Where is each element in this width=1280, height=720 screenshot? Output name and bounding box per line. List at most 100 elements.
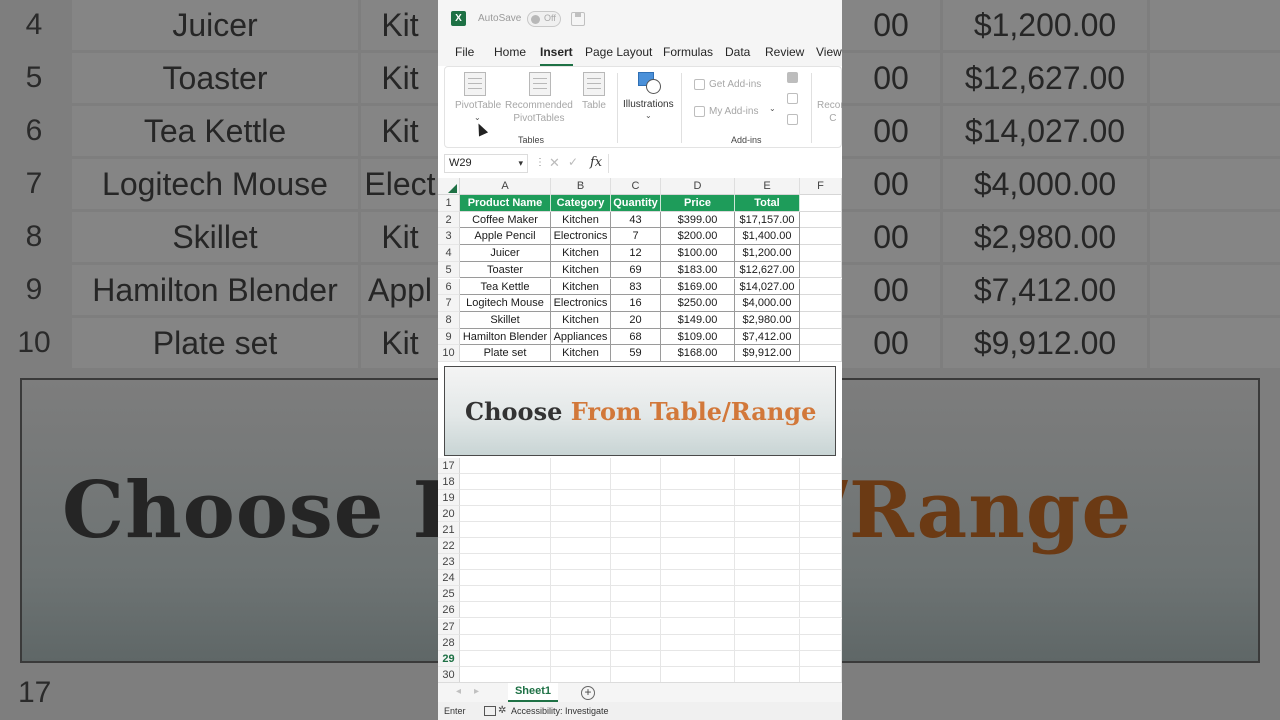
table-cell[interactable]: Plate set [460, 345, 551, 362]
empty-cell[interactable] [735, 474, 800, 491]
ribbon-tab-insert[interactable]: Insert [540, 45, 573, 66]
column-header-c[interactable]: C [611, 178, 661, 195]
empty-cell[interactable] [551, 570, 611, 587]
column-header-f[interactable]: F [800, 178, 842, 195]
table-cell[interactable]: Kitchen [551, 278, 611, 296]
table-header-cell[interactable] [800, 195, 842, 212]
empty-cell[interactable] [800, 474, 842, 491]
addin-store-icon[interactable] [787, 72, 798, 83]
ribbon-tab-view[interactable]: View [816, 45, 842, 59]
ribbon-tab-formulas[interactable]: Formulas [663, 45, 713, 59]
table-cell[interactable]: Apple Pencil [460, 228, 551, 246]
row-header[interactable]: 28 [438, 634, 460, 651]
row-header[interactable]: 10 [438, 345, 460, 362]
table-cell[interactable]: $109.00 [661, 328, 735, 346]
empty-cell[interactable] [800, 666, 842, 683]
table-cell[interactable]: Electronics [551, 228, 611, 246]
empty-cell[interactable] [735, 666, 800, 683]
column-header-b[interactable]: B [551, 178, 611, 195]
empty-cell[interactable] [661, 522, 735, 539]
table-cell[interactable]: 69 [611, 261, 661, 279]
column-header-a[interactable]: A [460, 178, 551, 195]
table-cell[interactable]: Kitchen [551, 345, 611, 362]
empty-cell[interactable] [800, 490, 842, 507]
name-box[interactable]: W29 ▾ [444, 154, 528, 173]
table-cell[interactable]: $7,412.00 [735, 328, 800, 346]
autosave-toggle[interactable]: Off [527, 11, 561, 27]
empty-cell[interactable] [611, 554, 661, 571]
empty-cell[interactable] [611, 458, 661, 474]
table-header-cell[interactable]: Category [551, 195, 611, 212]
empty-cell[interactable] [460, 570, 551, 587]
table-cell[interactable]: $399.00 [661, 211, 735, 229]
table-button[interactable]: Table [582, 99, 606, 112]
empty-cell[interactable] [611, 666, 661, 683]
row-header[interactable]: 22 [438, 538, 460, 555]
row-header[interactable]: 8 [438, 311, 460, 329]
empty-cell[interactable] [800, 458, 842, 474]
empty-cell[interactable] [611, 634, 661, 651]
row-header[interactable]: 3 [438, 228, 460, 246]
row-header[interactable]: 1 [438, 195, 460, 212]
empty-cell[interactable] [800, 618, 842, 635]
empty-cell[interactable] [551, 618, 611, 635]
empty-cell[interactable] [551, 634, 611, 651]
table-cell[interactable]: Appliances [551, 328, 611, 346]
empty-cell[interactable] [800, 586, 842, 603]
row-header[interactable]: 18 [438, 474, 460, 491]
next-sheet-icon[interactable]: ▸ [474, 686, 479, 697]
empty-cell[interactable] [735, 490, 800, 507]
accessibility-status[interactable]: ✲ Accessibility: Investigate [498, 705, 609, 716]
select-all-button[interactable] [438, 178, 460, 195]
table-header-cell[interactable]: Total [735, 195, 800, 212]
addin-icon[interactable] [787, 93, 798, 104]
empty-cell[interactable] [460, 586, 551, 603]
confirm-icon[interactable]: ✓ [568, 155, 578, 169]
empty-cell[interactable] [460, 458, 551, 474]
empty-cell[interactable] [611, 522, 661, 539]
my-addins-button[interactable]: My Add-ins [709, 105, 758, 118]
empty-cell[interactable] [460, 474, 551, 491]
column-header-e[interactable]: E [735, 178, 800, 195]
table-cell[interactable]: 43 [611, 211, 661, 229]
row-header[interactable]: 2 [438, 211, 460, 229]
table-cell[interactable]: Kitchen [551, 245, 611, 262]
empty-cell[interactable] [735, 458, 800, 474]
empty-cell[interactable] [551, 490, 611, 507]
macro-record-icon[interactable] [484, 706, 496, 716]
empty-cell[interactable] [661, 538, 735, 555]
recommended-charts-button[interactable]: Recom C [817, 99, 842, 125]
empty-cell[interactable] [735, 538, 800, 555]
empty-cell[interactable] [800, 650, 842, 667]
empty-cell[interactable] [735, 650, 800, 667]
illustrations-button[interactable]: Illustrations [623, 98, 674, 111]
table-cell[interactable]: $250.00 [661, 295, 735, 312]
table-cell[interactable]: 20 [611, 311, 661, 329]
empty-cell[interactable] [800, 570, 842, 587]
empty-cell[interactable] [735, 634, 800, 651]
pivottable-button[interactable]: PivotTable [455, 99, 501, 112]
table-cell[interactable]: $17,157.00 [735, 211, 800, 229]
empty-cell[interactable] [661, 570, 735, 587]
empty-cell[interactable] [551, 538, 611, 555]
empty-cell[interactable] [800, 522, 842, 539]
empty-cell[interactable] [735, 522, 800, 539]
ribbon-tab-file[interactable]: File [455, 45, 474, 59]
table-cell[interactable]: Tea Kettle [460, 278, 551, 296]
table-cell[interactable]: 16 [611, 295, 661, 312]
empty-cell[interactable] [551, 586, 611, 603]
row-header[interactable]: 5 [438, 261, 460, 279]
table-cell[interactable]: $1,400.00 [735, 228, 800, 246]
table-cell[interactable]: Logitech Mouse [460, 295, 551, 312]
empty-cell[interactable] [735, 586, 800, 603]
empty-cell[interactable] [460, 602, 551, 619]
table-cell[interactable]: Skillet [460, 311, 551, 329]
empty-cell[interactable] [460, 538, 551, 555]
table-cell[interactable]: Kitchen [551, 311, 611, 329]
table-cell[interactable] [800, 345, 842, 362]
empty-cell[interactable] [460, 522, 551, 539]
empty-cell[interactable] [800, 602, 842, 619]
empty-cell[interactable] [800, 554, 842, 571]
empty-cell[interactable] [551, 602, 611, 619]
empty-cell[interactable] [611, 586, 661, 603]
